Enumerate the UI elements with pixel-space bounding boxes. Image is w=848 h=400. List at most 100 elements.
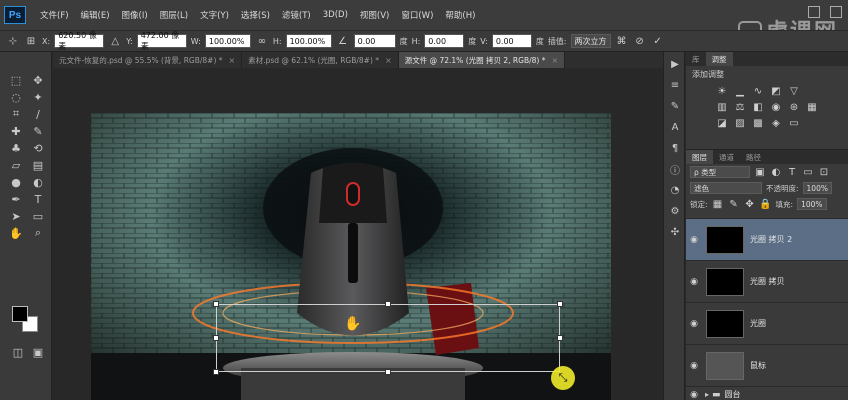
screen-mode-icon[interactable]: ▣ (28, 344, 48, 360)
width-field[interactable]: 100.00% (204, 34, 251, 48)
vskew-field[interactable]: 0.00 (491, 34, 532, 48)
menu-filter[interactable]: 滤镜(T) (276, 9, 317, 21)
warp-icon[interactable]: ⌘ (615, 34, 629, 48)
height-field[interactable]: 100.00% (285, 34, 332, 48)
link-icon[interactable]: ∞ (255, 34, 269, 48)
opacity-field[interactable]: 100% (802, 182, 832, 194)
threshold-icon[interactable]: ▩ (752, 117, 764, 129)
eye-icon[interactable]: ◉ (686, 235, 702, 245)
transform-bounding-box[interactable] (213, 301, 563, 375)
menu-help[interactable]: 帮助(H) (439, 9, 481, 21)
close-icon[interactable]: × (551, 56, 558, 65)
shape-filter-icon[interactable]: ▭ (802, 166, 814, 178)
tab-channels[interactable]: 通道 (713, 150, 740, 164)
tab-document-1[interactable]: 元文件-恢复的.psd @ 55.5% (背景, RGB/8#) * × (53, 52, 243, 68)
close-icon[interactable]: × (229, 56, 236, 65)
transform-handle[interactable] (557, 301, 563, 307)
gradient-map-icon[interactable]: ▭ (788, 117, 800, 129)
menu-select[interactable]: 选择(S) (235, 9, 276, 21)
layer-group-row[interactable]: ◉ ▸ ▬ 圆台 (686, 386, 848, 400)
menu-window[interactable]: 窗口(W) (395, 9, 439, 21)
crop-icon[interactable]: ⌗ (6, 106, 26, 122)
transform-handle[interactable] (385, 301, 391, 307)
tab-adjustments[interactable]: 调整 (705, 52, 733, 66)
swatches-icon[interactable]: ◔ (664, 181, 686, 199)
quick-mask-icon[interactable]: ◫ (8, 344, 28, 360)
relative-position-icon[interactable]: △ (108, 34, 122, 48)
color-balance-icon[interactable]: ⚖ (734, 101, 746, 113)
hskew-field[interactable]: 0.00 (424, 34, 465, 48)
expand-arrow-icon[interactable]: ▸ (705, 390, 709, 399)
layer-name[interactable]: 光圈 拷贝 2 (750, 234, 792, 245)
transform-handle[interactable] (213, 369, 219, 375)
transform-handle[interactable] (557, 335, 563, 341)
menu-3d[interactable]: 3D(D) (317, 10, 354, 20)
transform-handle[interactable] (213, 335, 219, 341)
layer-kind-filter[interactable]: ρ 类型 (690, 166, 750, 178)
healing-icon[interactable]: ✚ (6, 123, 26, 139)
lock-all-icon[interactable]: 🔒 (759, 198, 771, 210)
dodge-icon[interactable]: ◐ (28, 174, 48, 190)
info-icon[interactable]: ⓘ (664, 160, 686, 178)
tab-library[interactable]: 库 (686, 52, 706, 66)
fill-field[interactable]: 100% (797, 198, 827, 210)
text-filter-icon[interactable]: T (786, 166, 798, 178)
commit-transform-icon[interactable]: ✓ (651, 34, 665, 48)
angle-field[interactable]: 0.00 (353, 34, 396, 48)
pixel-filter-icon[interactable]: ▣ (754, 166, 766, 178)
menu-view[interactable]: 视图(V) (354, 9, 395, 21)
eye-icon[interactable]: ◉ (686, 277, 702, 287)
eye-icon[interactable]: ◉ (686, 361, 702, 371)
layer-row[interactable]: ◉ 鼠标 (686, 344, 848, 386)
tab-paths[interactable]: 路径 (740, 150, 767, 164)
layer-name[interactable]: 光圈 拷贝 (750, 276, 785, 287)
eye-icon[interactable]: ◉ (686, 319, 702, 329)
lasso-icon[interactable]: ◌ (6, 89, 26, 105)
zoom-icon[interactable]: ⌕ (28, 225, 48, 241)
pen-icon[interactable]: ✒ (6, 191, 26, 207)
layer-name[interactable]: 光圈 (750, 318, 766, 329)
close-icon[interactable]: × (385, 56, 392, 65)
interpolation-select[interactable]: 两次立方 (570, 34, 611, 48)
menu-edit[interactable]: 编辑(E) (75, 9, 116, 21)
navigator-icon[interactable]: ✣ (664, 223, 686, 241)
cancel-transform-icon[interactable]: ⊘ (633, 34, 647, 48)
eye-icon[interactable]: ◉ (686, 390, 702, 400)
lock-paint-icon[interactable]: ✎ (728, 198, 740, 210)
layer-name[interactable]: 鼠标 (750, 360, 766, 371)
adjust-filter-icon[interactable]: ◐ (770, 166, 782, 178)
layer-name[interactable]: 圆台 (725, 389, 741, 400)
brush-icon[interactable]: ✎ (28, 123, 48, 139)
eyedropper-icon[interactable]: ∕ (28, 106, 48, 122)
brightness-icon[interactable]: ☀ (716, 85, 728, 97)
levels-icon[interactable]: ▁ (734, 85, 746, 97)
tab-document-3[interactable]: 源文件 @ 72.1% (光圈 拷贝 2, RGB/8) * × (398, 52, 566, 68)
properties-icon[interactable]: ≡ (664, 76, 686, 94)
y-field[interactable]: 472.00 像素 (136, 31, 187, 51)
foreground-color-swatch[interactable] (12, 306, 28, 322)
paragraph-icon[interactable]: ¶ (664, 139, 686, 157)
marquee-icon[interactable]: ⬚ (6, 72, 26, 88)
exposure-icon[interactable]: ◩ (770, 85, 782, 97)
brush-panel-icon[interactable]: ✎ (664, 97, 686, 115)
blur-icon[interactable]: ● (6, 174, 26, 190)
canvas-area[interactable]: ✋ ⤡ (53, 68, 663, 400)
move-icon[interactable]: ✥ (28, 72, 48, 88)
photo-filter-icon[interactable]: ◉ (770, 101, 782, 113)
type-icon[interactable]: T (28, 191, 48, 207)
menu-type[interactable]: 文字(Y) (194, 9, 235, 21)
styles-icon[interactable]: ⚙ (664, 202, 686, 220)
tab-layers[interactable]: 图层 (686, 150, 713, 164)
hand-icon[interactable]: ✋ (6, 225, 26, 241)
invert-icon[interactable]: ◪ (716, 117, 728, 129)
lock-position-icon[interactable]: ✥ (744, 198, 756, 210)
tab-document-2[interactable]: 素材.psd @ 62.1% (光圈, RGB/8#) * × (242, 52, 399, 68)
path-select-icon[interactable]: ➤ (6, 208, 26, 224)
reference-point-icon[interactable]: ⊞ (24, 34, 38, 48)
selective-color-icon[interactable]: ◈ (770, 117, 782, 129)
posterize-icon[interactable]: ▨ (734, 117, 746, 129)
menu-image[interactable]: 图像(I) (116, 9, 154, 21)
hue-saturation-icon[interactable]: ▥ (716, 101, 728, 113)
history-icon[interactable]: ▶ (664, 55, 686, 73)
blend-mode-select[interactable]: 滤色 (690, 182, 762, 194)
